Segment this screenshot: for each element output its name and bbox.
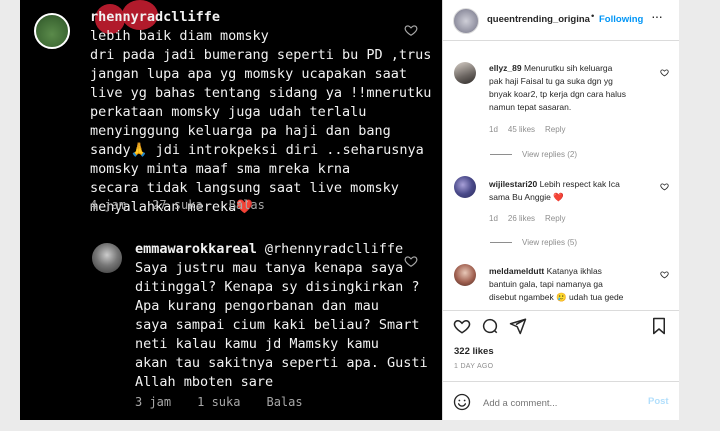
separator-dot: •	[591, 11, 595, 22]
reply-link[interactable]: Balas	[266, 395, 302, 409]
post-actions: 322 likes 1 DAY AGO Post	[443, 310, 679, 421]
heart-icon[interactable]	[404, 254, 418, 268]
comment-meta: 4 jam 27 suka Balas	[90, 198, 291, 212]
comment-text: meldameldutt Katanya ikhlas bantuin gala…	[489, 265, 623, 304]
comment-username[interactable]: ellyz_89	[489, 63, 522, 73]
comment-bubble-icon[interactable]	[481, 317, 499, 335]
comment-meta: 1d 26 likes Reply	[489, 214, 575, 223]
heart-icon[interactable]	[404, 23, 418, 37]
save-bookmark-icon[interactable]	[651, 317, 667, 335]
comment-username[interactable]: meldameldutt	[489, 266, 544, 276]
comment-meta: 1d 45 likes Reply	[489, 125, 575, 134]
comment-likes[interactable]: 27 suka	[152, 198, 203, 212]
comment-likes[interactable]: 26 likes	[508, 214, 535, 223]
comment-text: ellyz_89 Menurutku sih keluarga pak haji…	[489, 62, 626, 114]
comment-time: 3 jam	[135, 395, 172, 409]
comment-avatar[interactable]	[34, 13, 70, 49]
share-send-icon[interactable]	[509, 317, 527, 335]
comment-meta: 3 jam 1 suka Balas	[135, 395, 329, 409]
like-heart-icon[interactable]	[453, 317, 471, 335]
post-image: rhennyradclliffe lebih baik diam momsky …	[20, 0, 442, 420]
comment-avatar[interactable]	[454, 176, 476, 198]
following-button[interactable]: Following	[599, 14, 643, 25]
post-header: queentrending_origina • Following ···	[443, 0, 679, 41]
comment-avatar[interactable]	[454, 264, 476, 286]
likes-count[interactable]: 322 likes	[454, 346, 494, 357]
account-avatar[interactable]	[453, 8, 479, 34]
comment-avatar[interactable]	[454, 62, 476, 84]
account-name[interactable]: queentrending_origina	[487, 14, 590, 25]
comments-panel: queentrending_origina • Following ··· el…	[442, 0, 679, 420]
reply-link[interactable]: Reply	[545, 125, 565, 134]
view-replies-link[interactable]: View replies (2)	[490, 150, 577, 159]
post-date: 1 DAY AGO	[454, 363, 494, 370]
post-button[interactable]: Post	[648, 396, 669, 407]
view-replies-link[interactable]: View replies (5)	[490, 238, 577, 247]
comment-input[interactable]	[481, 393, 635, 413]
heart-icon[interactable]	[660, 182, 669, 191]
comment-age: 1d	[489, 214, 498, 223]
comment-likes[interactable]: 45 likes	[508, 125, 535, 134]
comment-age: 1d	[489, 125, 498, 134]
comment-username[interactable]: wijilestari20	[489, 179, 537, 189]
comment-time: 4 jam	[90, 198, 127, 212]
more-options-icon[interactable]: ···	[651, 8, 663, 24]
comment-text: @rhennyradclliffe Saya justru mau tanya k…	[135, 241, 428, 390]
comment-avatar[interactable]	[92, 243, 122, 273]
reply-link[interactable]: Balas	[229, 198, 265, 212]
comment-text: lebih baik diam momsky dri pada jadi bum…	[90, 28, 432, 215]
emoji-icon[interactable]	[453, 393, 471, 411]
reply-link[interactable]: Reply	[545, 214, 565, 223]
comment-username[interactable]: rhennyradclliffe	[90, 8, 220, 27]
heart-icon[interactable]	[660, 270, 669, 279]
heart-icon[interactable]	[660, 68, 669, 77]
comment-text: wijilestari20 Lebih respect kak Ica sama…	[489, 178, 620, 204]
comment-likes[interactable]: 1 suka	[197, 395, 240, 409]
comment-input-bar: Post	[443, 381, 679, 422]
